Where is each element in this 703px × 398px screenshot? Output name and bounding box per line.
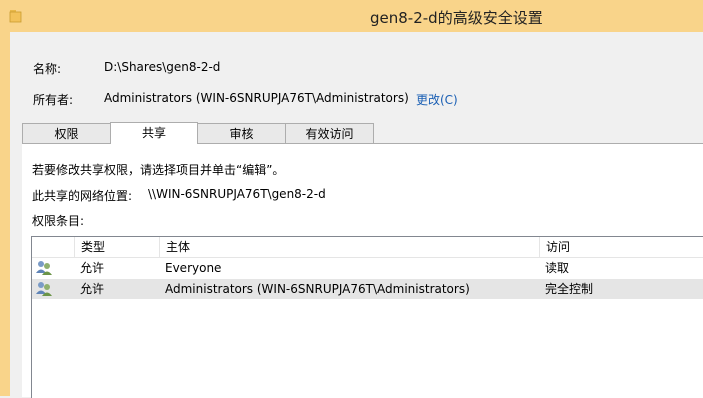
- users-icon: [36, 261, 52, 275]
- title-bar[interactable]: gen8-2-d的高级安全设置: [0, 0, 703, 32]
- folder-icon: [9, 10, 22, 23]
- owner-value: Administrators (WIN-6SNRUPJA76T\Administ…: [104, 91, 409, 105]
- column-header-access[interactable]: 访问: [539, 237, 703, 257]
- row-access: 完全控制: [545, 282, 594, 296]
- table-row[interactable]: 允许 Administrators (WIN-6SNRUPJA76T\Admin…: [32, 279, 703, 299]
- permission-entries-list[interactable]: 类型 主体 访问 允许 Everyone 读取 允许 Administrator…: [31, 236, 703, 398]
- change-owner-link[interactable]: 更改(C): [416, 91, 458, 108]
- row-type: 允许: [80, 261, 105, 275]
- column-header-type[interactable]: 类型: [74, 237, 160, 257]
- tab-permissions[interactable]: 权限: [22, 123, 111, 143]
- network-location-value: \\WIN-6SNRUPJA76T\gen8-2-d: [148, 187, 326, 201]
- row-principal: Administrators (WIN-6SNRUPJA76T\Administ…: [165, 282, 470, 296]
- owner-label: 所有者:: [33, 93, 74, 107]
- permission-entries-label: 权限条目:: [32, 214, 85, 228]
- name-value: D:\Shares\gen8-2-d: [104, 60, 221, 74]
- name-label: 名称:: [33, 62, 62, 76]
- row-type: 允许: [80, 282, 105, 296]
- row-access: 读取: [545, 261, 570, 275]
- list-header: 类型 主体 访问: [32, 237, 703, 258]
- row-principal: Everyone: [165, 261, 222, 275]
- users-icon: [36, 282, 52, 296]
- tab-strip: 权限 共享 审核 有效访问: [22, 122, 703, 144]
- network-location-label: 此共享的网络位置:: [32, 189, 133, 203]
- tab-effective-access[interactable]: 有效访问: [285, 123, 374, 143]
- tab-share[interactable]: 共享: [110, 122, 198, 144]
- share-tab-panel: 若要修改共享权限，请选择项目并单击“编辑”。 此共享的网络位置: \\WIN-6…: [22, 143, 703, 398]
- column-header-principal[interactable]: 主体: [159, 237, 540, 257]
- table-row[interactable]: 允许 Everyone 读取: [32, 258, 703, 278]
- window-frame-left: [0, 32, 10, 396]
- tab-auditing[interactable]: 审核: [197, 123, 286, 143]
- instruction-text: 若要修改共享权限，请选择项目并单击“编辑”。: [32, 163, 285, 177]
- window-title: gen8-2-d的高级安全设置: [370, 9, 543, 27]
